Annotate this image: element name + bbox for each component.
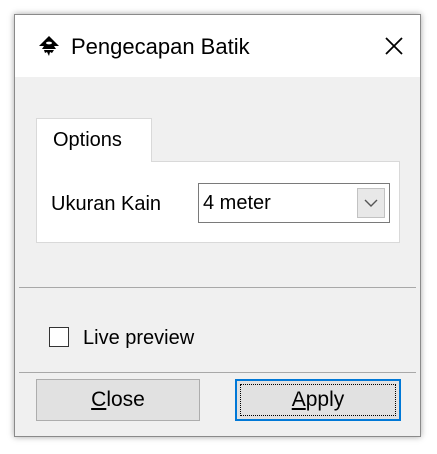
title-bar[interactable]: Pengecapan Batik: [15, 15, 420, 77]
chevron-down-icon[interactable]: [357, 188, 385, 218]
close-mnemonic: C: [91, 388, 107, 411]
close-button[interactable]: Close: [36, 379, 200, 421]
close-icon[interactable]: [377, 29, 411, 63]
ukuran-kain-label: Ukuran Kain: [51, 193, 162, 215]
live-preview-checkbox[interactable]: [49, 327, 69, 347]
tab-options[interactable]: Options: [36, 118, 152, 162]
dialog-content: Options Ukuran Kain 4 meter Live preview…: [15, 77, 420, 436]
divider: [19, 372, 416, 373]
ukuran-kain-select[interactable]: 4 meter: [198, 183, 390, 223]
apply-button[interactable]: Apply: [235, 379, 401, 421]
divider: [19, 287, 416, 288]
inkscape-logo-icon: [37, 35, 61, 59]
window-title: Pengecapan Batik: [71, 34, 250, 59]
live-preview-label: Live preview: [83, 327, 195, 349]
close-label: lose: [106, 388, 145, 411]
dialog-window: Pengecapan Batik Options Ukuran Kain 4 m…: [14, 14, 421, 437]
tab-options-label: Options: [53, 129, 122, 151]
apply-mnemonic: A: [291, 388, 306, 411]
ukuran-kain-value: 4 meter: [203, 192, 271, 214]
apply-label: pply: [305, 388, 345, 411]
